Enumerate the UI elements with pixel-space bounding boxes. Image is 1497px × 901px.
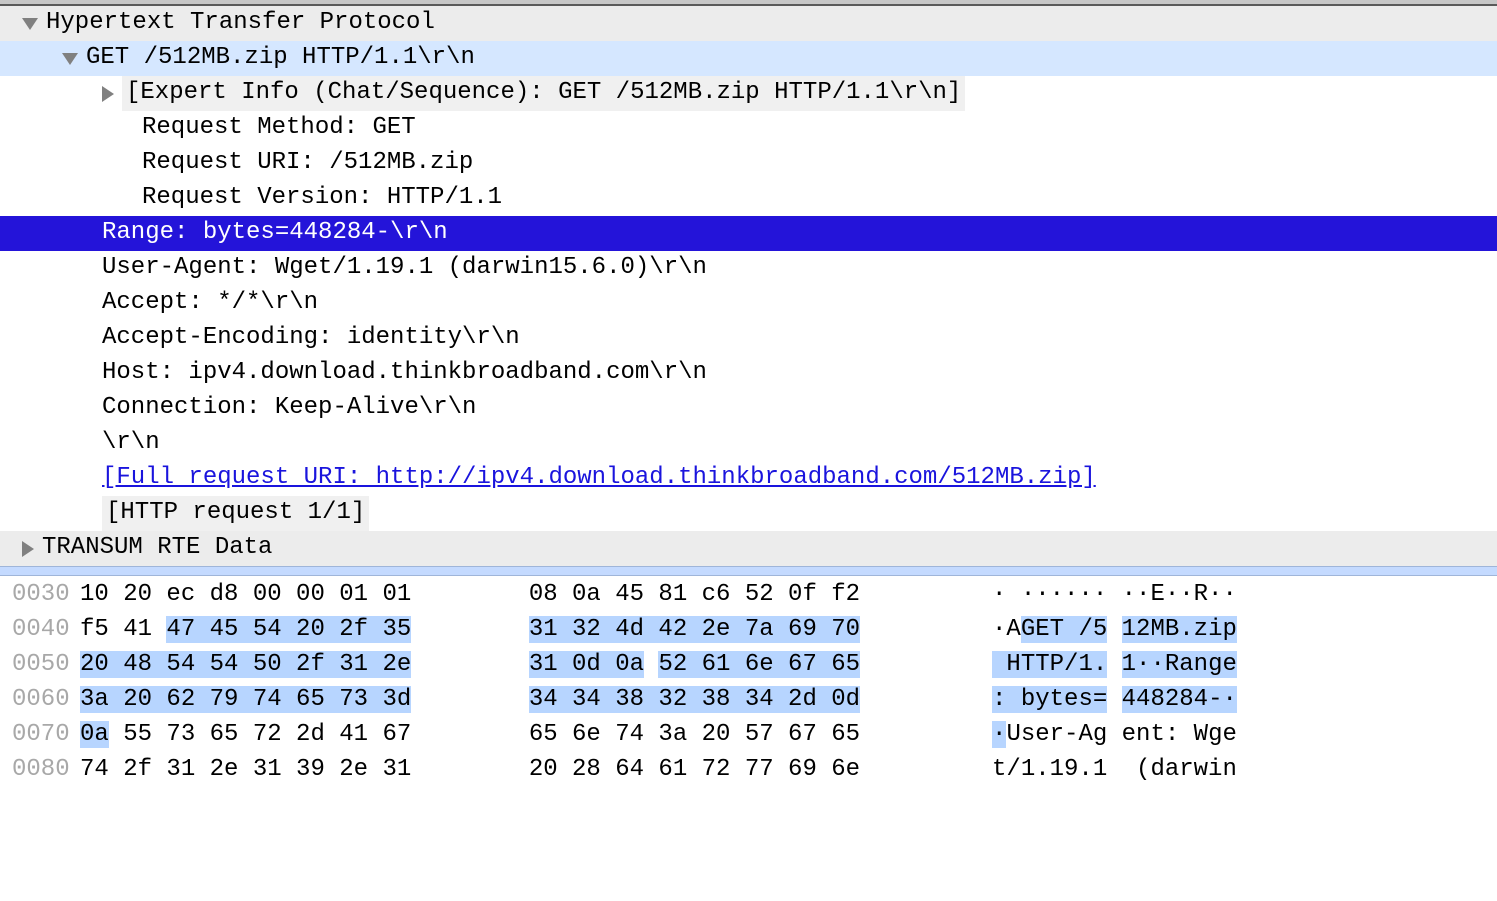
hex-row[interactable]: 003010 20 ec d8 00 00 01 01 08 0a 45 81 … — [0, 578, 1497, 613]
hex-dump-pane[interactable]: 003010 20 ec d8 00 00 01 01 08 0a 45 81 … — [0, 576, 1497, 788]
tree-label: Request Version: HTTP/1.1 — [142, 181, 502, 216]
chevron-down-icon — [62, 53, 78, 65]
pane-splitter[interactable] — [0, 566, 1497, 576]
hex-bytes: 10 20 ec d8 00 00 01 01 — [80, 578, 500, 613]
hex-ascii: : bytes= 448284-· — [949, 683, 1237, 718]
hex-bytes: 20 48 54 54 50 2f 31 2e — [80, 648, 500, 683]
chevron-right-icon — [102, 86, 114, 102]
tree-node-user-agent[interactable]: User-Agent: Wget/1.19.1 (darwin15.6.0)\r… — [0, 251, 1497, 286]
chevron-down-icon — [22, 18, 38, 30]
hex-row[interactable]: 0040f5 41 47 45 54 20 2f 35 31 32 4d 42 … — [0, 613, 1497, 648]
tree-label: Host: ipv4.download.thinkbroadband.com\r… — [102, 356, 707, 391]
tree-node-accept[interactable]: Accept: */*\r\n — [0, 286, 1497, 321]
tree-node-full-uri[interactable]: [Full request URI: http://ipv4.download.… — [0, 461, 1497, 496]
tree-label: Request URI: /512MB.zip — [142, 146, 473, 181]
hex-ascii: t/1.19.1 (darwin — [949, 753, 1237, 788]
hex-bytes: 31 32 4d 42 2e 7a 69 70 — [529, 613, 949, 648]
tree-node-http[interactable]: Hypertext Transfer Protocol — [0, 6, 1497, 41]
tree-label: Accept-Encoding: identity\r\n — [102, 321, 520, 356]
packet-details-pane: Hypertext Transfer Protocol GET /512MB.z… — [0, 0, 1497, 788]
hex-bytes: 65 6e 74 3a 20 57 67 65 — [529, 718, 949, 753]
hex-bytes: 20 28 64 61 72 77 69 6e — [529, 753, 949, 788]
chevron-right-icon — [22, 541, 34, 557]
tree-label: \r\n — [102, 426, 160, 461]
full-request-uri-link[interactable]: [Full request URI: http://ipv4.download.… — [102, 461, 1096, 496]
tree-node-uri[interactable]: Request URI: /512MB.zip — [0, 146, 1497, 181]
hex-bytes: 31 0d 0a 52 61 6e 67 65 — [529, 648, 949, 683]
tree-label: Accept: */*\r\n — [102, 286, 318, 321]
hex-row[interactable]: 005020 48 54 54 50 2f 31 2e 31 0d 0a 52 … — [0, 648, 1497, 683]
hex-bytes: 3a 20 62 79 74 65 73 3d — [80, 683, 500, 718]
tree-node-connection[interactable]: Connection: Keep-Alive\r\n — [0, 391, 1497, 426]
hex-offset: 0080 — [0, 753, 80, 788]
hex-offset: 0050 — [0, 648, 80, 683]
hex-offset: 0070 — [0, 718, 80, 753]
tree-node-expert-info[interactable]: [Expert Info (Chat/Sequence): GET /512MB… — [0, 76, 1497, 111]
hex-ascii: HTTP/1. 1··Range — [949, 648, 1237, 683]
tree-label: TRANSUM RTE Data — [42, 531, 272, 566]
hex-ascii: · ······ ··E··R·· — [949, 578, 1237, 613]
tree-node-method[interactable]: Request Method: GET — [0, 111, 1497, 146]
tree-label: [HTTP request 1/1] — [102, 496, 369, 531]
tree-node-accept-encoding[interactable]: Accept-Encoding: identity\r\n — [0, 321, 1497, 356]
hex-bytes: 74 2f 31 2e 31 39 2e 31 — [80, 753, 500, 788]
hex-bytes: 0a 55 73 65 72 2d 41 67 — [80, 718, 500, 753]
tree-label: Range: bytes=448284-\r\n — [102, 216, 448, 251]
hex-row[interactable]: 00700a 55 73 65 72 2d 41 67 65 6e 74 3a … — [0, 718, 1497, 753]
hex-row[interactable]: 008074 2f 31 2e 31 39 2e 31 20 28 64 61 … — [0, 753, 1497, 788]
hex-offset: 0040 — [0, 613, 80, 648]
tree-node-range[interactable]: Range: bytes=448284-\r\n — [0, 216, 1497, 251]
tree-node-crlf[interactable]: \r\n — [0, 426, 1497, 461]
proto-tree: Hypertext Transfer Protocol GET /512MB.z… — [0, 6, 1497, 566]
tree-label: Request Method: GET — [142, 111, 416, 146]
hex-ascii: ·User-Ag ent: Wge — [949, 718, 1237, 753]
tree-label: GET /512MB.zip HTTP/1.1\r\n — [86, 41, 475, 76]
tree-label: Connection: Keep-Alive\r\n — [102, 391, 476, 426]
hex-bytes: 34 34 38 32 38 34 2d 0d — [529, 683, 949, 718]
hex-offset: 0060 — [0, 683, 80, 718]
hex-ascii: ·AGET /5 12MB.zip — [949, 613, 1237, 648]
hex-row[interactable]: 00603a 20 62 79 74 65 73 3d 34 34 38 32 … — [0, 683, 1497, 718]
tree-node-host[interactable]: Host: ipv4.download.thinkbroadband.com\r… — [0, 356, 1497, 391]
tree-node-version[interactable]: Request Version: HTTP/1.1 — [0, 181, 1497, 216]
tree-node-http-request-count[interactable]: [HTTP request 1/1] — [0, 496, 1497, 531]
hex-offset: 0030 — [0, 578, 80, 613]
tree-label: Hypertext Transfer Protocol — [46, 6, 435, 41]
tree-node-request-line[interactable]: GET /512MB.zip HTTP/1.1\r\n — [0, 41, 1497, 76]
hex-bytes: f5 41 47 45 54 20 2f 35 — [80, 613, 500, 648]
hex-bytes: 08 0a 45 81 c6 52 0f f2 — [529, 578, 949, 613]
tree-label: User-Agent: Wget/1.19.1 (darwin15.6.0)\r… — [102, 251, 707, 286]
tree-node-transum[interactable]: TRANSUM RTE Data — [0, 531, 1497, 566]
tree-label: [Expert Info (Chat/Sequence): GET /512MB… — [122, 76, 965, 111]
